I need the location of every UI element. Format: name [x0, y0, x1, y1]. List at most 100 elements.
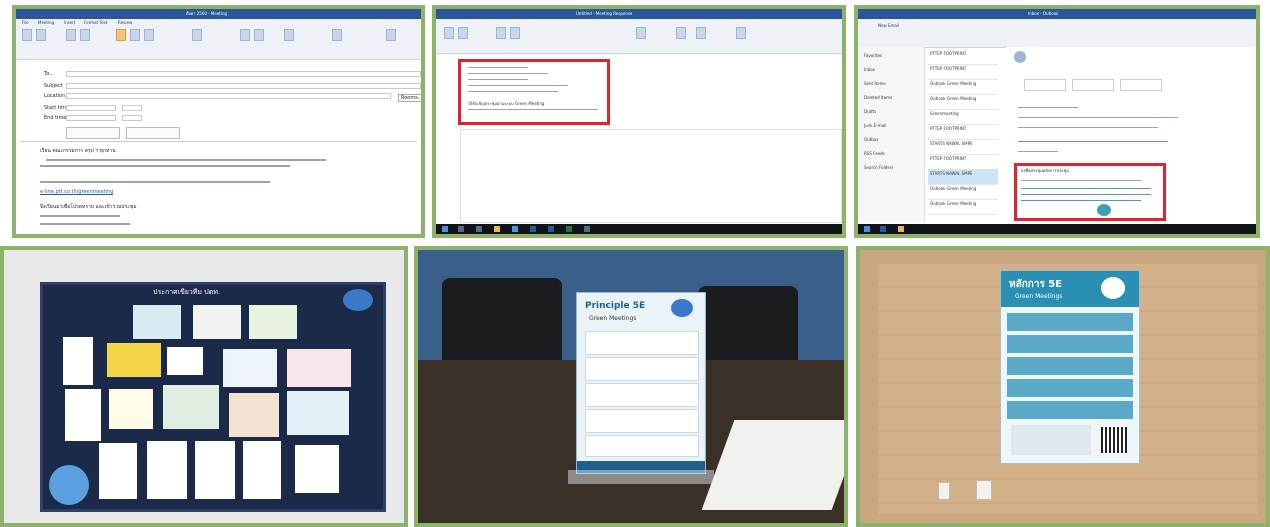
list-item-selected[interactable]: STARTS NAWAL SMPE	[928, 169, 998, 185]
list-item[interactable]: Outlook Green Meeting	[928, 184, 998, 200]
subject-field[interactable]	[66, 83, 421, 89]
browser-icon[interactable]	[512, 226, 518, 232]
appointment-button[interactable]	[66, 29, 76, 41]
body-line	[1021, 200, 1141, 201]
end-date-field[interactable]	[66, 115, 116, 121]
list-item[interactable]: Greenmeeting	[928, 109, 998, 125]
poster	[133, 305, 181, 339]
start-icon[interactable]	[864, 226, 870, 232]
folder-favorites[interactable]: Favorites	[864, 53, 882, 58]
response-options-button[interactable]	[144, 29, 154, 41]
attachment-card[interactable]	[1120, 79, 1162, 91]
tab-meeting[interactable]: Meeting	[38, 20, 54, 26]
to-field[interactable]	[66, 71, 421, 77]
attachment-1[interactable]	[66, 127, 120, 139]
start-icon[interactable]	[442, 226, 448, 232]
body-line	[1018, 151, 1058, 152]
poster	[109, 389, 153, 429]
office-addins-button[interactable]	[386, 29, 396, 41]
start-date-field[interactable]	[66, 105, 116, 111]
folder-icon[interactable]	[494, 226, 500, 232]
private-button[interactable]	[332, 29, 342, 41]
list-item[interactable]: PTTEP FOOTPRINT	[928, 64, 998, 80]
tab-file[interactable]: File	[22, 20, 29, 26]
logo-icon	[1097, 204, 1111, 216]
response-note: ได้รับเชิญประชุมผ่านระบบ Green Meeting	[468, 101, 545, 106]
reply-all-button[interactable]	[510, 27, 520, 39]
list-item[interactable]: Outlook Green Meeting	[928, 199, 998, 215]
message-body[interactable]	[460, 129, 842, 223]
window-titlebar: Untitled - Meeting Response	[436, 9, 842, 19]
list-item[interactable]: STARTS NAWAL SMPE	[928, 139, 998, 155]
folder-inbox[interactable]: Inbox	[864, 67, 875, 72]
attachment-2[interactable]	[126, 127, 180, 139]
list-item[interactable]: Outlook Green Meeting	[928, 94, 998, 110]
tent-title: Principle 5E	[585, 301, 646, 311]
folder-search[interactable]: Search Folders	[864, 165, 893, 170]
subject-label: Subject	[44, 83, 63, 89]
poster	[249, 305, 297, 339]
window-title: Inbox - Outlook	[1028, 11, 1059, 16]
time-zones-button[interactable]	[254, 29, 264, 41]
list-item[interactable]: PTTEP FOOTPRINT	[928, 49, 998, 65]
content-block	[585, 383, 699, 407]
taskview-icon[interactable]	[476, 226, 482, 232]
list-item[interactable]: Outlook Green Meeting	[928, 79, 998, 95]
new-email-button[interactable]: New Email	[878, 23, 899, 28]
outlook-icon[interactable]	[530, 226, 536, 232]
mail-sender: STARTS NAWAL SMPE	[930, 141, 973, 146]
folder-outbox[interactable]: Outbox	[864, 137, 878, 142]
header-line	[468, 91, 558, 92]
outlook-icon[interactable]	[880, 226, 886, 232]
start-time-field[interactable]	[122, 105, 142, 111]
step-row	[1007, 357, 1133, 375]
folder-junk[interactable]: Junk E-mail	[864, 123, 886, 128]
folder-pane: Favorites Inbox Sent Items Deleted Items…	[858, 47, 925, 222]
app-icon[interactable]	[584, 226, 590, 232]
poster-title: หลักการ 5E	[1009, 279, 1063, 290]
delete-button[interactable]	[22, 29, 32, 41]
rooms-button[interactable]: Rooms...	[398, 94, 421, 102]
folder-deleted[interactable]: Deleted Items	[864, 95, 892, 100]
folder-rss[interactable]: RSS Feeds	[864, 151, 885, 156]
list-item[interactable]: PTTEP FOOTPRINT	[928, 124, 998, 140]
send-button[interactable]	[444, 27, 454, 39]
folder-sent[interactable]: Sent Items	[864, 81, 886, 86]
reply-button[interactable]	[496, 27, 506, 39]
cancel-meeting-button[interactable]	[116, 29, 126, 41]
excel-icon[interactable]	[566, 226, 572, 232]
wall-poster: หลักการ 5E Green Meetings	[1000, 270, 1140, 464]
word-icon[interactable]	[548, 226, 554, 232]
ribbon: File Meeting Insert Format Text Review	[16, 19, 421, 60]
attachment-card[interactable]	[1024, 79, 1066, 91]
recurrence-button[interactable]	[240, 29, 250, 41]
search-icon[interactable]	[458, 226, 464, 232]
location-field[interactable]	[66, 93, 391, 99]
folder-icon[interactable]	[898, 226, 904, 232]
address-book-button[interactable]	[130, 29, 140, 41]
scheduling-button[interactable]	[80, 29, 90, 41]
tab-review[interactable]: Review	[118, 20, 132, 26]
delete-button[interactable]	[458, 27, 468, 39]
translate-button[interactable]	[696, 27, 706, 39]
body-link[interactable]: e-line.ptt.co.th/greenmeeting	[40, 189, 113, 195]
poster	[243, 441, 281, 499]
forward-button[interactable]	[36, 29, 46, 41]
poster	[167, 347, 203, 375]
header-line	[468, 109, 598, 110]
end-time-field[interactable]	[122, 115, 142, 121]
zoom-button[interactable]	[736, 27, 746, 39]
categorize-button[interactable]	[284, 29, 294, 41]
body-line	[40, 165, 290, 167]
show-as-button[interactable]	[192, 29, 202, 41]
folder-drafts[interactable]: Drafts	[864, 109, 876, 114]
panel-outlook-meeting: ตั้งค่า 2560 - Meeting File Meeting Inse…	[12, 5, 425, 238]
tab-insert[interactable]: Insert	[64, 20, 75, 26]
body-separator	[20, 141, 417, 142]
tags-button[interactable]	[676, 27, 686, 39]
move-button[interactable]	[636, 27, 646, 39]
attachment-card[interactable]	[1072, 79, 1114, 91]
mail-sender: PTTEP FOOTPRINT	[930, 126, 967, 131]
list-item[interactable]: PTTEP FOOTPRINT	[928, 154, 998, 170]
tab-format-text[interactable]: Format Text	[84, 20, 107, 26]
